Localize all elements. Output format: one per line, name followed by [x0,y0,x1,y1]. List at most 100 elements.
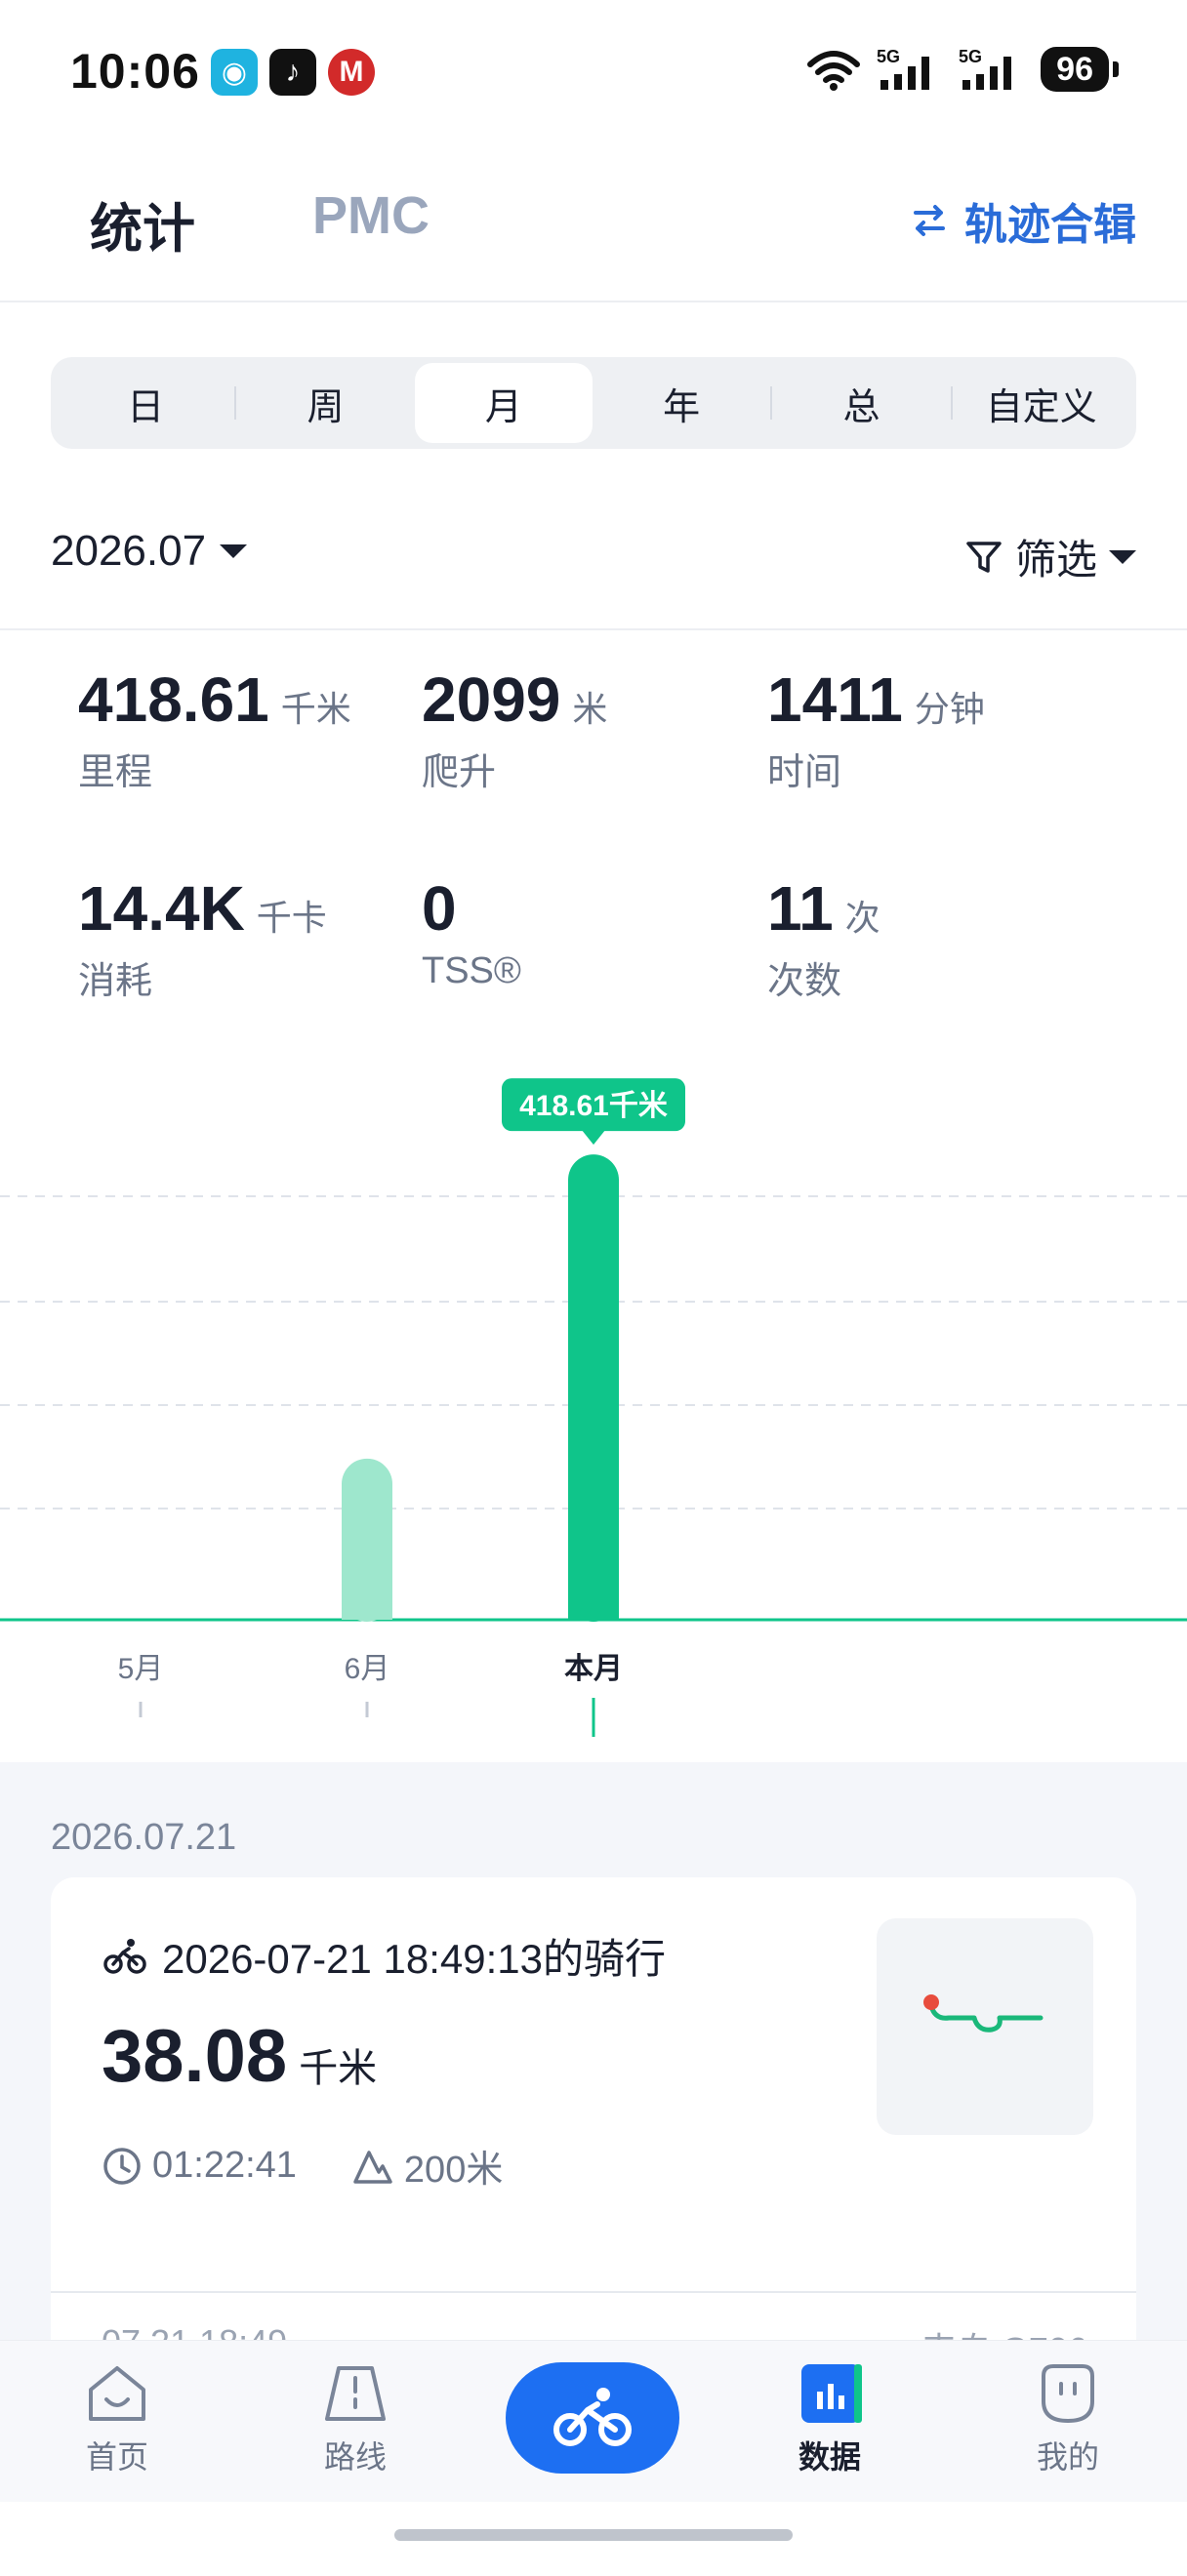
dropdown-caret-icon [220,544,248,558]
nav-label: 数据 [798,2439,861,2475]
stat-calories: 14.4K 千卡 消耗 [78,872,410,1004]
start-ride-button[interactable] [506,2362,679,2474]
bank-app-icon: M [328,49,375,96]
stat-value: 1411 [767,664,903,735]
stat-elevation: 2099 米 爬升 [422,664,754,795]
filter-label: 筛选 [1014,537,1097,583]
home-icon [89,2366,145,2421]
filter-icon [966,541,1002,573]
chart-bar-base [568,1594,619,1620]
route-map-thumbnail[interactable] [877,1918,1093,2135]
svg-text:5G: 5G [877,47,900,66]
bottom-navigation: 首页 路线 数据 我的 [0,2340,1187,2502]
activity-title-row: 2026-07-21 18:49:13的骑行 [103,1926,666,1986]
activity-title: 2026-07-21 18:49:13的骑行 [162,1936,666,1982]
stat-value: 0 [422,873,457,944]
period-tab-month[interactable]: 月 [414,363,593,443]
stat-unit: 分钟 [914,689,985,729]
stat-value: 2099 [422,664,561,735]
status-bar: 10:06 ◉ ♪ M 5G 5G 96 [0,0,1187,146]
stat-label: 时间 [767,752,842,793]
mountain-icon [353,2150,392,2184]
bike-icon [553,2388,632,2446]
battery-tip [1113,61,1119,77]
nav-data[interactable]: 数据 [752,2362,908,2477]
stat-label: 次数 [767,961,842,1002]
period-tab-week[interactable]: 周 [236,363,414,443]
cycling-icon [103,1938,146,1974]
month-value: 2026.07 [51,527,207,575]
period-tab-day[interactable]: 日 [57,363,234,443]
stat-unit: 米 [572,689,608,729]
stat-tss: 0 TSS® [422,872,754,992]
dropdown-caret-icon [1109,549,1136,564]
signal-icon: 5G [877,47,930,90]
chart-icon [801,2364,862,2423]
chart-x-tick-label: 本月 [564,1653,623,1685]
stat-label: TSS® [422,950,521,991]
activity-distance-unit: 千米 [299,2047,378,2090]
route-swap-icon [914,205,945,236]
stat-label: 里程 [78,752,153,793]
section-divider [0,628,1187,630]
stat-unit: 次 [844,898,880,938]
chart-tooltip-label: 418.61千米 [519,1090,668,1122]
track-collection-link[interactable]: 轨迹合辑 [908,189,1136,252]
tab-stats[interactable]: 统计 [90,185,195,262]
stat-label: 消耗 [78,961,153,1002]
activity-distance-value: 38.08 [102,2015,288,2098]
activity-elevation: 200米 [351,2139,503,2193]
nav-label: 首页 [85,2439,148,2475]
period-tab-custom[interactable]: 自定义 [953,363,1130,443]
stat-unit: 千米 [280,689,351,729]
stat-value: 14.4K [78,873,245,944]
chart-x-tick-label: 5月 [118,1653,164,1685]
battery-level: 96 [1041,47,1109,92]
activity-date-header: 2026.07.21 [51,1817,237,1858]
stat-value: 418.61 [78,664,269,735]
nav-home[interactable]: 首页 [39,2362,195,2477]
period-selector: 日 周 月 年 总 自定义 [51,357,1136,449]
svg-text:5G: 5G [959,47,982,66]
stat-count: 11 次 次数 [767,872,1099,1004]
profile-icon [1042,2364,1094,2424]
clock-icon [103,2147,141,2185]
nav-label: 我的 [1036,2439,1099,2475]
wifi-icon [807,51,861,91]
chart-bar-base [342,1594,392,1620]
month-selector[interactable]: 2026.07 [51,527,248,576]
stat-unit: 千卡 [256,898,327,938]
stat-time: 1411 分钟 时间 [767,664,1099,795]
activity-distance: 38.08 千米 [102,2014,377,2099]
chart-bar [568,1154,619,1622]
chart-x-tick-label: 6月 [345,1653,390,1685]
filter-button[interactable]: 筛选 [964,527,1136,586]
track-collection-label: 轨迹合辑 [964,201,1136,249]
period-tab-year[interactable]: 年 [593,363,770,443]
signal-icon-2: 5G [959,47,1012,90]
nav-profile[interactable]: 我的 [990,2362,1146,2477]
nav-label: 路线 [323,2439,387,2475]
activity-duration-value: 01:22:41 [152,2145,297,2186]
top-header: 统计 PMC 轨迹合辑 [0,156,1187,302]
stat-value: 11 [767,873,834,944]
activity-meta: 01:22:41 200米 [102,2139,538,2193]
monthly-distance-chart: 5月 6月 本月 418.61千米 [0,1078,1187,1737]
tab-pmc[interactable]: PMC [312,185,430,246]
period-tab-total[interactable]: 总 [772,363,950,443]
status-time: 10:06 [70,44,200,99]
activity-section: 2026.07.21 2026-07-21 18:49:13的骑行 38.08 … [0,1762,1187,2463]
activity-duration: 01:22:41 [102,2145,297,2187]
card-divider [51,2291,1136,2293]
browser-app-icon: ◉ [211,49,258,96]
stat-distance: 418.61 千米 里程 [78,664,410,795]
home-indicator [394,2529,793,2541]
status-indicators: 5G 5G 96 [804,47,1119,92]
route-track-icon [923,1994,1044,2033]
chart-tooltip-pointer [582,1130,605,1146]
date-filter-row: 2026.07 筛选 [51,527,1136,595]
nav-routes[interactable]: 路线 [277,2362,433,2477]
stat-label: 爬升 [422,752,497,793]
tiktok-app-icon: ♪ [269,49,316,96]
activity-elevation-value: 200米 [403,2150,504,2191]
